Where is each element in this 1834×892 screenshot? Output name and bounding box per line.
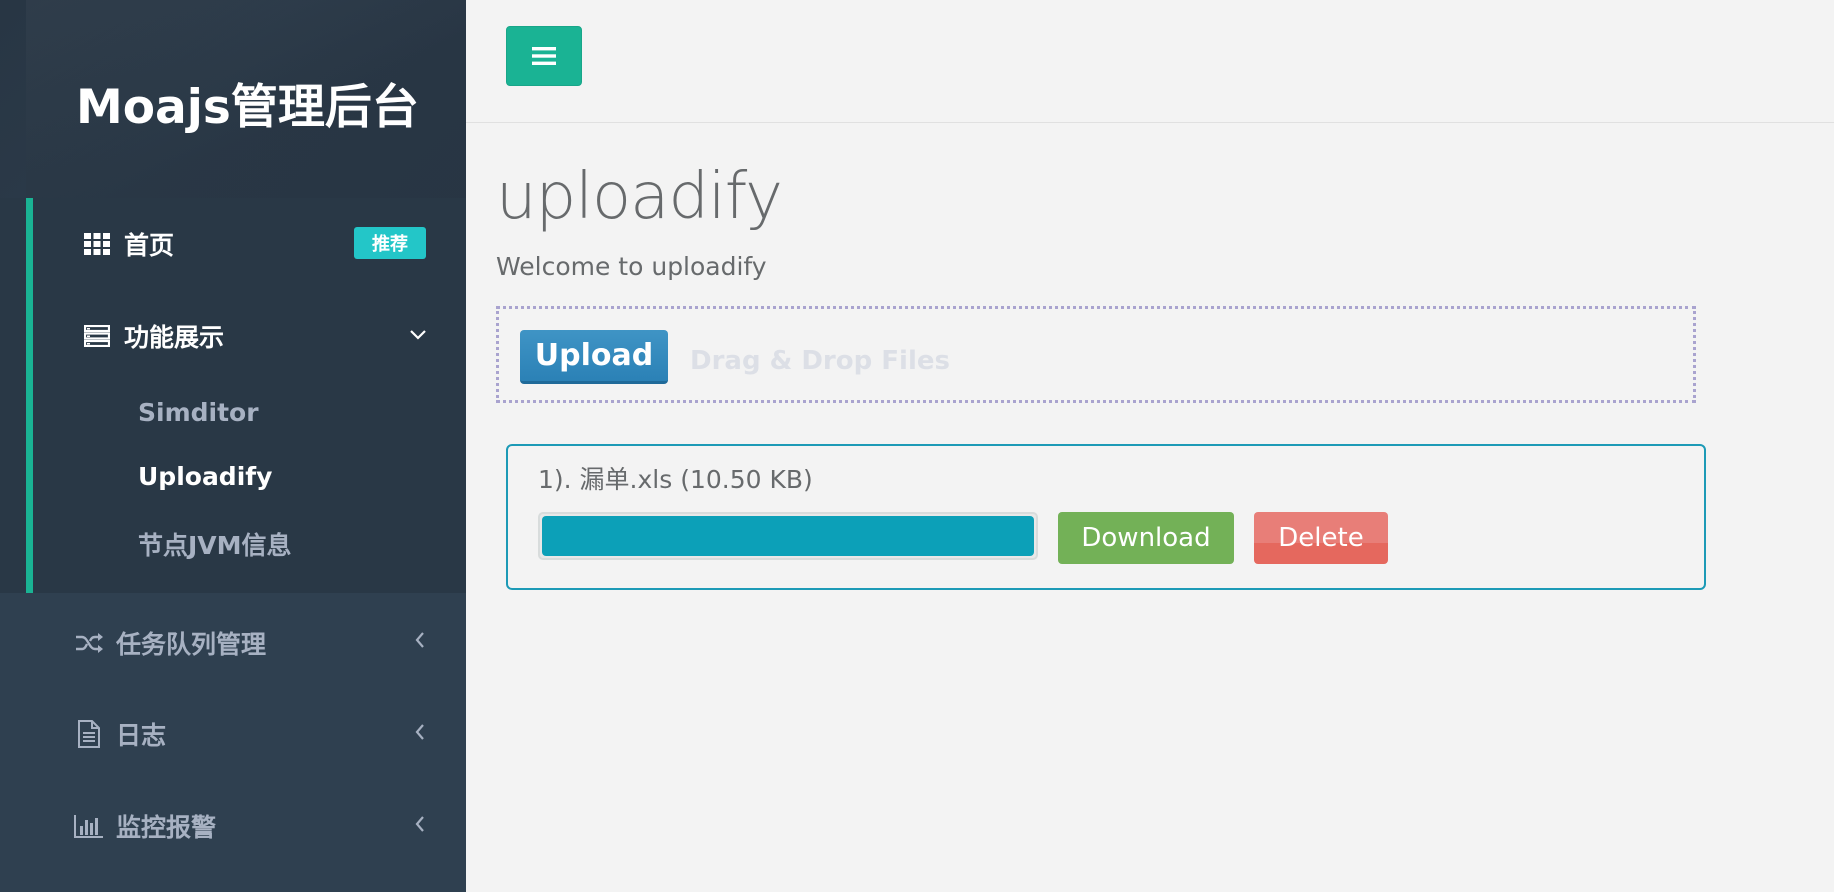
welcome-text: Welcome to uploadify — [496, 252, 767, 281]
drop-zone[interactable] — [496, 306, 1696, 403]
delete-button[interactable]: Delete — [1254, 512, 1388, 564]
sidebar: Moajs管理后台 首页 推荐 功能展示 Simditor Uploadify … — [0, 0, 466, 892]
drop-hint: Drag & Drop Files — [690, 346, 950, 376]
grid-icon — [82, 229, 112, 259]
sidebar-item-label: 任务队列管理 — [116, 630, 267, 659]
sidebar-item-label: 日志 — [116, 721, 167, 750]
sidebar-item-logs[interactable]: 日志 — [74, 716, 166, 752]
sidebar-subitem-simditor[interactable]: Simditor — [138, 398, 259, 427]
chevron-left-icon — [410, 722, 430, 742]
sidebar-item-home[interactable]: 首页 — [82, 226, 174, 262]
hamburger-icon — [532, 46, 556, 66]
chevron-down-icon — [408, 325, 428, 345]
sidebar-item-label: 监控报警 — [116, 813, 217, 842]
active-indicator — [26, 198, 33, 593]
file-text-icon — [74, 719, 104, 749]
list-icon — [82, 321, 112, 351]
bar-chart-icon — [74, 811, 104, 841]
top-navbar — [466, 0, 1834, 123]
sidebar-item-label: 功能展示 — [124, 323, 225, 352]
sidebar-item-label: 首页 — [124, 231, 175, 260]
sidebar-subitem-jvm-info[interactable]: 节点JVM信息 — [138, 526, 292, 562]
recommend-badge: 推荐 — [354, 227, 426, 259]
page-title: uploadify — [496, 160, 783, 234]
file-name: 1). 漏单.xls (10.50 KB) — [538, 465, 813, 494]
upload-progress-fill — [542, 516, 1034, 556]
chevron-left-icon — [410, 630, 430, 650]
shuffle-icon — [74, 628, 104, 658]
download-button[interactable]: Download — [1058, 512, 1234, 564]
sidebar-item-task-queue[interactable]: 任务队列管理 — [74, 625, 266, 661]
chevron-left-icon — [410, 814, 430, 834]
brand-title: Moajs管理后台 — [76, 80, 419, 135]
upload-button[interactable]: Upload — [520, 330, 668, 384]
menu-toggle-button[interactable] — [506, 26, 582, 86]
sidebar-item-monitoring[interactable]: 监控报警 — [74, 808, 216, 844]
sidebar-item-features[interactable]: 功能展示 — [82, 318, 224, 354]
sidebar-subitem-uploadify[interactable]: Uploadify — [138, 462, 272, 491]
